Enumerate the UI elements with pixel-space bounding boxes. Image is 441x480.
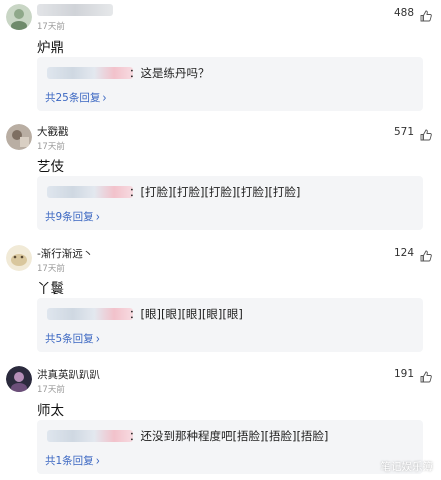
chevron-right-icon: ›: [95, 453, 100, 469]
like-count: 571: [393, 126, 414, 138]
reply-preview[interactable]: ：还没到那种程度吧[捂脸][捂脸][捂脸] 共1条回复 ›: [37, 420, 423, 474]
comment-text: 艺伎: [37, 159, 64, 175]
avatar[interactable]: [6, 4, 32, 30]
comment-time: 17天前: [37, 142, 65, 152]
comment-time: 17天前: [37, 385, 65, 395]
avatar[interactable]: [6, 366, 32, 392]
username-blurred[interactable]: [37, 4, 113, 16]
watermark: 笔记娱乐簿: [380, 461, 434, 473]
thumbs-up-icon[interactable]: [420, 126, 432, 141]
thumbs-up-icon[interactable]: [420, 368, 432, 383]
comment-time: 17天前: [37, 22, 65, 32]
reply-text: ：[眼][眼][眼][眼][眼]: [129, 307, 243, 321]
username[interactable]: -渐行渐远丶: [37, 246, 93, 261]
reply-count-label: 共9条回复: [45, 211, 94, 223]
like-count: 124: [393, 247, 414, 259]
avatar[interactable]: [6, 124, 32, 150]
comment-text: 丫鬟: [37, 281, 64, 297]
chevron-right-icon: ›: [95, 331, 100, 347]
reply-preview[interactable]: ：[打脸][打脸][打脸][打脸][打脸] 共9条回复 ›: [37, 176, 423, 230]
reply-preview[interactable]: ：这是练丹吗？ 共25条回复 ›: [37, 57, 423, 111]
like-count: 191: [393, 368, 414, 380]
reply-author-blurred: [47, 67, 133, 79]
thumbs-up-icon[interactable]: [420, 7, 432, 22]
reply-count-label: 共25条回复: [45, 92, 101, 104]
view-replies-link[interactable]: 共5条回复 ›: [45, 331, 100, 347]
comment-text: 师太: [37, 403, 64, 419]
reply-text: ：[打脸][打脸][打脸][打脸][打脸]: [129, 185, 301, 199]
comment-time: 17天前: [37, 264, 65, 274]
chevron-right-icon: ›: [102, 90, 107, 106]
like-count: 488: [393, 7, 414, 19]
thumbs-up-icon[interactable]: [420, 247, 432, 262]
comment-text: 炉鼎: [37, 40, 64, 56]
view-replies-link[interactable]: 共25条回复 ›: [45, 90, 107, 106]
chevron-right-icon: ›: [95, 209, 100, 225]
reply-preview[interactable]: ：[眼][眼][眼][眼][眼] 共5条回复 ›: [37, 298, 423, 352]
reply-text: ：还没到那种程度吧[捂脸][捂脸][捂脸]: [129, 429, 329, 443]
username[interactable]: 洪真英趴趴趴: [37, 367, 100, 382]
view-replies-link[interactable]: 共9条回复 ›: [45, 209, 100, 225]
reply-text: ：这是练丹吗？: [129, 66, 210, 80]
username[interactable]: 大戳戳: [37, 124, 69, 139]
reply-count-label: 共1条回复: [45, 455, 94, 467]
reply-author-blurred: [47, 430, 133, 442]
view-replies-link[interactable]: 共1条回复 ›: [45, 453, 100, 469]
reply-author-blurred: [47, 308, 133, 320]
reply-count-label: 共5条回复: [45, 333, 94, 345]
reply-author-blurred: [47, 186, 133, 198]
avatar[interactable]: [6, 245, 32, 271]
